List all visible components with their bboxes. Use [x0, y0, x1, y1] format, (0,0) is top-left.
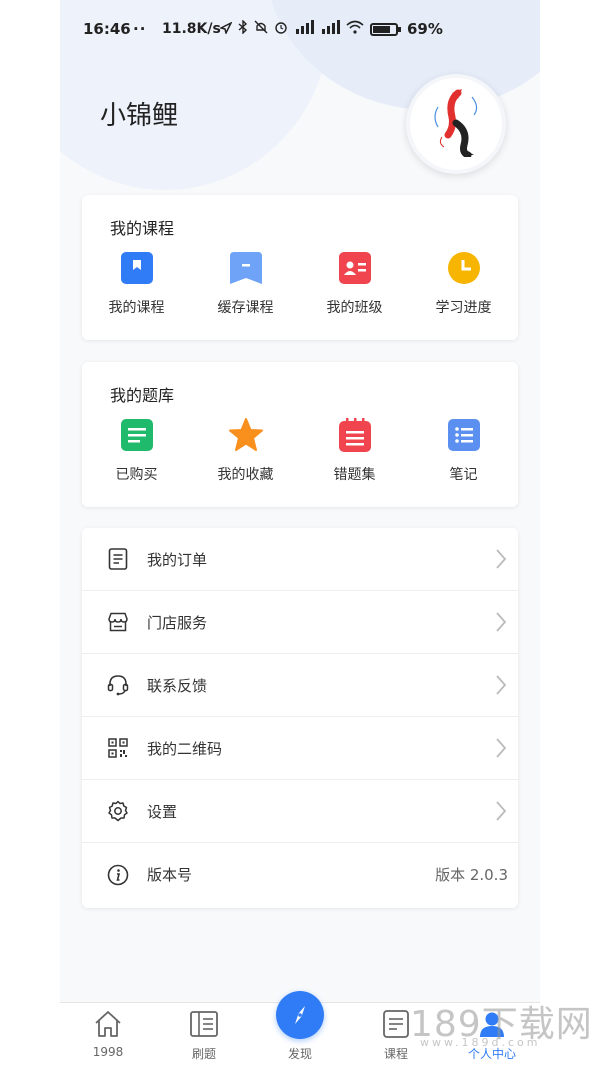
- my-courses-button[interactable]: 我的课程: [82, 251, 191, 317]
- question-bank-grid: 已购买 我的收藏 错题集 笔记: [82, 418, 518, 484]
- chevron-right-icon: [494, 548, 508, 570]
- favorites-button[interactable]: 我的收藏: [191, 418, 300, 484]
- grid-item-label: 错题集: [333, 467, 376, 483]
- alarm-icon: [274, 20, 288, 38]
- notebook-icon: [338, 418, 372, 452]
- signal-icon: [320, 20, 340, 38]
- document-icon: [120, 418, 154, 452]
- chevron-right-icon: [494, 800, 508, 822]
- mute-icon: [254, 20, 268, 38]
- star-icon: [228, 418, 263, 452]
- question-bank-icon: [187, 1007, 221, 1041]
- username: 小锦鲤: [100, 101, 179, 131]
- purchased-button[interactable]: 已购买: [82, 418, 191, 484]
- grid-item-label: 笔记: [449, 467, 478, 483]
- network-speed: 11.8K/s: [162, 21, 221, 37]
- avatar[interactable]: [406, 74, 506, 174]
- store-icon: [106, 610, 130, 634]
- status-icons: [218, 19, 401, 38]
- status-dots: ··: [133, 20, 147, 38]
- koi-fish-icon: [428, 87, 484, 161]
- wifi-icon: [346, 20, 364, 38]
- info-icon: [106, 863, 130, 887]
- card-title: 我的题库: [110, 386, 175, 405]
- menu-item-label: 我的二维码: [147, 739, 223, 758]
- tab-label: 1998: [92, 1045, 124, 1059]
- grid-item-label: 我的班级: [326, 300, 383, 316]
- menu-item-label: 门店服务: [147, 613, 208, 632]
- grid-item-label: 我的收藏: [217, 467, 274, 483]
- menu-item-label: 我的订单: [147, 550, 208, 569]
- cached-courses-button[interactable]: 缓存课程: [191, 251, 300, 317]
- menu-item-settings[interactable]: 设置: [82, 780, 518, 843]
- notes-button[interactable]: 笔记: [409, 418, 518, 484]
- settings-menu: 我的订单 门店服务 联系反馈 我的二维码 设置 版本号 版本 2.0.3: [82, 528, 518, 908]
- grid-item-label: 已购买: [115, 467, 158, 483]
- list-icon: [447, 418, 481, 452]
- menu-item-feedback[interactable]: 联系反馈: [82, 654, 518, 717]
- tab-practice[interactable]: 刷题: [156, 1003, 252, 1067]
- menu-item-label: 版本号: [147, 866, 193, 884]
- menu-item-store[interactable]: 门店服务: [82, 591, 518, 654]
- tab-home[interactable]: 1998: [60, 1003, 156, 1067]
- clock-icon: [447, 251, 481, 285]
- compass-icon: [276, 991, 324, 1039]
- wrong-questions-button[interactable]: 错题集: [300, 418, 409, 484]
- bluetooth-icon: [238, 19, 248, 38]
- order-icon: [106, 547, 130, 571]
- gear-icon: [106, 799, 130, 823]
- menu-item-label: 联系反馈: [147, 676, 208, 695]
- menu-item-version[interactable]: 版本号 版本 2.0.3: [82, 843, 518, 906]
- study-progress-button[interactable]: 学习进度: [409, 251, 518, 317]
- tab-label: 课程: [383, 1047, 408, 1061]
- headset-icon: [106, 673, 130, 697]
- tab-label: 刷题: [191, 1047, 216, 1061]
- card-title: 我的课程: [110, 219, 175, 238]
- home-icon: [91, 1007, 125, 1041]
- course-icon: [379, 1007, 413, 1041]
- status-time: 16:46: [83, 20, 131, 38]
- cache-icon: [229, 251, 263, 285]
- grid-item-label: 缓存课程: [217, 300, 274, 316]
- app-screen: 16:46 ·· 11.8K/s 69% 小锦鲤 我的课程 我的课程 缓存课程 …: [60, 0, 540, 1067]
- courses-grid: 我的课程 缓存课程 我的班级 学习进度: [82, 251, 518, 317]
- location-icon: [218, 20, 233, 38]
- signal-icon: [294, 20, 314, 38]
- id-card-icon: [338, 251, 372, 285]
- status-bar: 16:46 ·· 11.8K/s 69%: [60, 14, 540, 44]
- watermark-url: www.189d.com: [420, 1036, 541, 1049]
- battery-percent: 69%: [407, 20, 443, 38]
- my-class-button[interactable]: 我的班级: [300, 251, 409, 317]
- tab-label: 发现: [287, 1047, 312, 1061]
- chevron-right-icon: [494, 737, 508, 759]
- chevron-right-icon: [494, 611, 508, 633]
- menu-item-orders[interactable]: 我的订单: [82, 528, 518, 591]
- menu-item-label: 设置: [147, 802, 178, 821]
- grid-item-label: 学习进度: [435, 300, 492, 316]
- bookmark-icon: [120, 251, 154, 285]
- courses-card: 我的课程 我的课程 缓存课程 我的班级 学习进度: [82, 195, 518, 340]
- qr-code-icon: [106, 736, 130, 760]
- grid-item-label: 我的课程: [108, 300, 165, 316]
- chevron-right-icon: [494, 674, 508, 696]
- tab-discover[interactable]: 发现: [252, 991, 348, 1067]
- version-value: 版本 2.0.3: [435, 866, 508, 884]
- question-bank-card: 我的题库 已购买 我的收藏 错题集 笔记: [82, 362, 518, 507]
- battery-icon: [370, 22, 401, 36]
- menu-item-qr-code[interactable]: 我的二维码: [82, 717, 518, 780]
